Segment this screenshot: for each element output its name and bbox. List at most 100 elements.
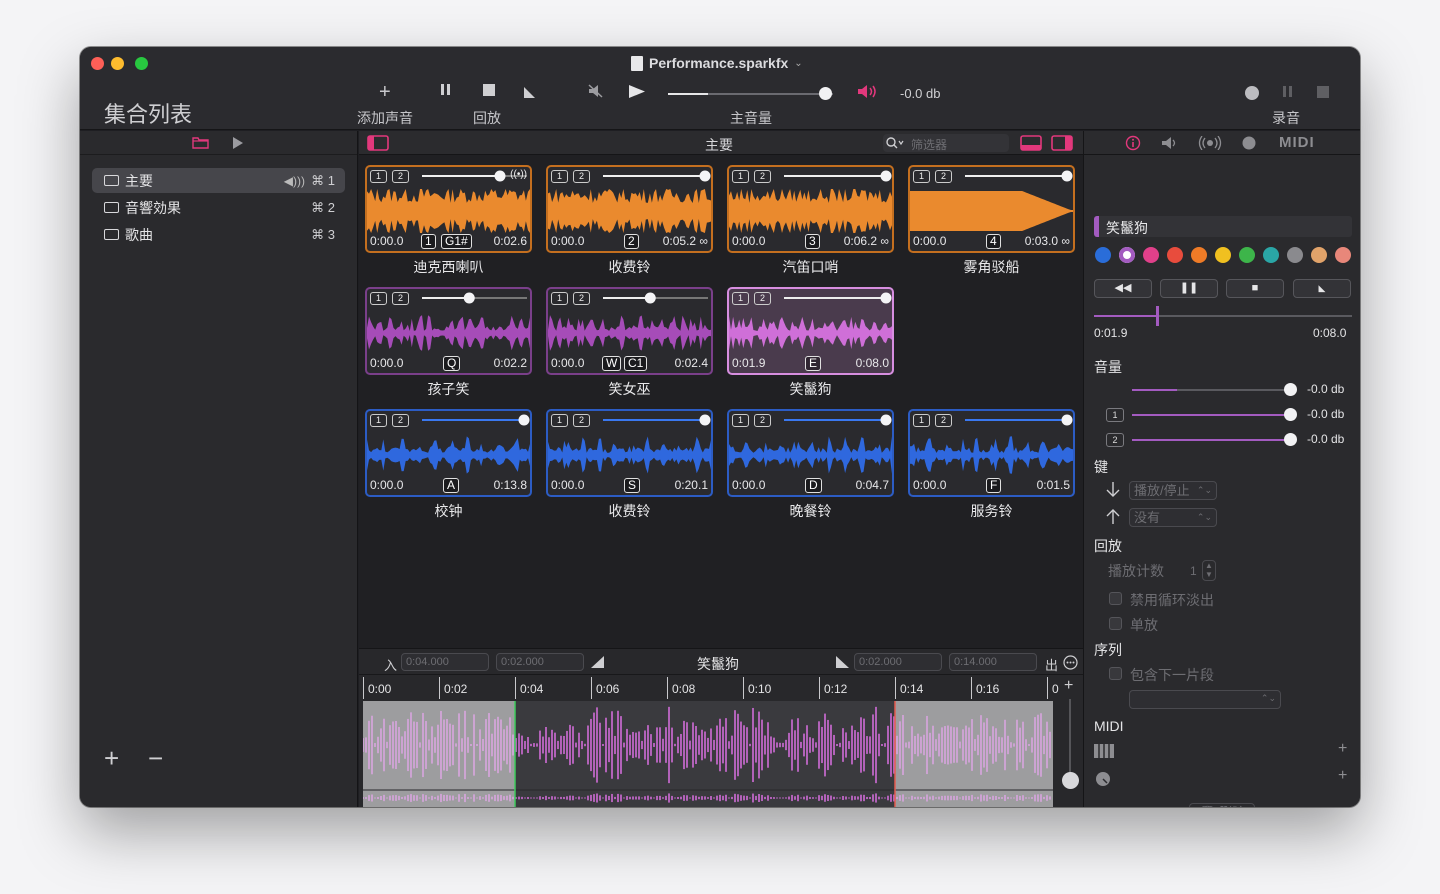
broadcast-icon[interactable] [1197, 136, 1223, 150]
tile-volume-knob[interactable] [494, 170, 506, 182]
sound-tile[interactable]: 1 2 0:00.0 3 0:06.2 ∞ [727, 165, 894, 253]
color-swatch-option[interactable] [1191, 247, 1207, 263]
channel-2-button[interactable]: 2 [392, 292, 409, 305]
fade-in-icon[interactable] [591, 656, 605, 669]
play-count-stepper[interactable]: ▲ ▼ [1202, 560, 1216, 581]
color-swatch-option[interactable] [1143, 247, 1159, 263]
tile-volume-knob[interactable] [699, 170, 711, 182]
record-icon[interactable] [1242, 136, 1256, 150]
record-pause-button[interactable] [1282, 85, 1294, 103]
more-options-icon[interactable] [1063, 655, 1078, 670]
mute-button[interactable] [588, 84, 604, 103]
channel-1-button[interactable]: 1 [913, 170, 930, 183]
channel-1-button[interactable]: 1 [732, 292, 749, 305]
fade-out-icon[interactable] [836, 656, 850, 669]
sidebar-item-main[interactable]: 主要 ◀︎))) ⌘ 1 [92, 168, 345, 193]
channel-1-button[interactable]: 1 [732, 414, 749, 427]
close-window-button[interactable] [91, 57, 104, 70]
sound-tile[interactable]: 1 2 0:00.0 W C1 0:02.4 [546, 287, 713, 375]
master-volume-knob[interactable] [818, 87, 832, 100]
color-swatch-option[interactable] [1167, 247, 1183, 263]
tile-volume-knob[interactable] [518, 414, 530, 426]
volume-knob-main[interactable] [1284, 383, 1297, 396]
play-icon[interactable] [232, 136, 244, 150]
pause-button[interactable]: ❚❚ [1160, 279, 1218, 298]
play-button[interactable] [628, 84, 646, 104]
channel-2-button[interactable]: 2 [392, 170, 409, 183]
channel-1-button[interactable]: 1 [370, 292, 387, 305]
info-icon[interactable] [1125, 135, 1141, 151]
channel-1-button[interactable]: 1 [551, 414, 568, 427]
delete-button[interactable]: 🗑︎ 删除 [1189, 803, 1255, 807]
sound-tile[interactable]: 1 2 0:00.0 Q 0:02.2 [365, 287, 532, 375]
channel-1-button[interactable]: 1 [370, 414, 387, 427]
sidebar-item-songs[interactable]: 歌曲 ⌘ 3 [92, 222, 345, 247]
volume-slider-ch1[interactable] [1132, 414, 1290, 416]
filter-field[interactable]: 筛选器 [883, 134, 1009, 152]
sound-tile[interactable]: 1 2 0:00.0 2 0:05.2 ∞ [546, 165, 713, 253]
color-swatch-option[interactable] [1311, 247, 1327, 263]
channel-2-button[interactable]: 2 [935, 414, 952, 427]
channel-1-button[interactable]: 1 [551, 170, 568, 183]
color-swatch-option[interactable] [1287, 247, 1303, 263]
channel-1-button[interactable]: 1 [551, 292, 568, 305]
color-swatch-option[interactable] [1239, 247, 1255, 263]
tile-volume-knob[interactable] [1061, 414, 1073, 426]
fade-out-button[interactable]: ◣ [1293, 279, 1351, 298]
volume-knob-ch2[interactable] [1284, 433, 1297, 446]
channel-1-button[interactable]: 1 [732, 170, 749, 183]
color-swatch-option[interactable] [1095, 247, 1111, 263]
sound-tile[interactable]: 1 2 0:00.0 D 0:04.7 [727, 409, 894, 497]
zoom-slider[interactable] [1069, 699, 1071, 779]
channel-1-button[interactable]: 1 [913, 414, 930, 427]
color-swatch-option[interactable] [1119, 247, 1135, 263]
rewind-button[interactable]: ◀◀ [1094, 279, 1152, 298]
pause-button[interactable] [440, 83, 452, 101]
tile-volume-knob[interactable] [880, 170, 892, 182]
tile-volume-knob[interactable] [880, 292, 892, 304]
volume-knob-ch1[interactable] [1284, 408, 1297, 421]
stop-button[interactable] [483, 84, 496, 102]
sound-name-field[interactable]: 笑鬣狗 [1094, 216, 1352, 237]
in-point-field[interactable]: 0:04.000 [401, 653, 489, 671]
midi-tab[interactable]: MIDI [1279, 134, 1315, 151]
add-sound-button[interactable]: + [379, 81, 391, 104]
speaker-loud-icon[interactable] [857, 84, 879, 104]
channel-2-button[interactable]: 2 [573, 170, 590, 183]
time-ruler[interactable]: 0:00 0:02 0:04 0:06 0:08 0:10 0:12 0:14 0:16 0 [363, 677, 1059, 701]
sound-tile[interactable]: 1 2 0:00.0 S 0:20.1 [546, 409, 713, 497]
speaker-icon[interactable] [1161, 136, 1177, 150]
channel-2-button[interactable]: 2 [573, 292, 590, 305]
zoom-plus-button[interactable]: + [1064, 677, 1073, 695]
stop-button[interactable]: ■ [1226, 279, 1284, 298]
sound-tile[interactable]: 1 2 0:00.0 A 0:13.8 [365, 409, 532, 497]
add-midi-note-button[interactable]: + [1338, 740, 1347, 758]
channel-2-button[interactable]: 2 [754, 414, 771, 427]
add-midi-control-button[interactable]: + [1338, 767, 1347, 785]
in-fade-field[interactable]: 0:02.000 [496, 653, 584, 671]
add-collection-button[interactable]: + [104, 743, 119, 774]
inspector-toggle-icon[interactable] [1051, 135, 1073, 151]
editor-waveform[interactable] [363, 701, 1053, 807]
volume-slider-main[interactable] [1132, 389, 1290, 391]
tile-volume-knob[interactable] [699, 414, 711, 426]
disable-loop-fade-checkbox[interactable] [1109, 592, 1122, 605]
out-point-field[interactable]: 0:14.000 [949, 653, 1037, 671]
editor-toggle-icon[interactable] [1020, 135, 1042, 151]
volume-slider-ch2[interactable] [1132, 439, 1290, 441]
color-swatch-option[interactable] [1215, 247, 1231, 263]
out-fade-field[interactable]: 0:02.000 [854, 653, 942, 671]
tile-volume-knob[interactable] [644, 292, 656, 304]
record-stop-button[interactable] [1317, 86, 1330, 104]
solo-checkbox[interactable] [1109, 617, 1122, 630]
channel-2-button[interactable]: 2 [754, 170, 771, 183]
remove-collection-button[interactable]: − [148, 743, 163, 774]
channel-2-button[interactable]: 2 [392, 414, 409, 427]
playhead-marker[interactable] [1155, 306, 1159, 326]
key-up-action-select[interactable]: 没有 ⌃⌄ [1129, 508, 1217, 527]
tile-volume-knob[interactable] [1061, 170, 1073, 182]
include-next-checkbox[interactable] [1109, 667, 1122, 680]
sidebar-toggle-icon[interactable] [367, 135, 389, 151]
color-swatch-option[interactable] [1263, 247, 1279, 263]
channel-2-button[interactable]: 2 [935, 170, 952, 183]
